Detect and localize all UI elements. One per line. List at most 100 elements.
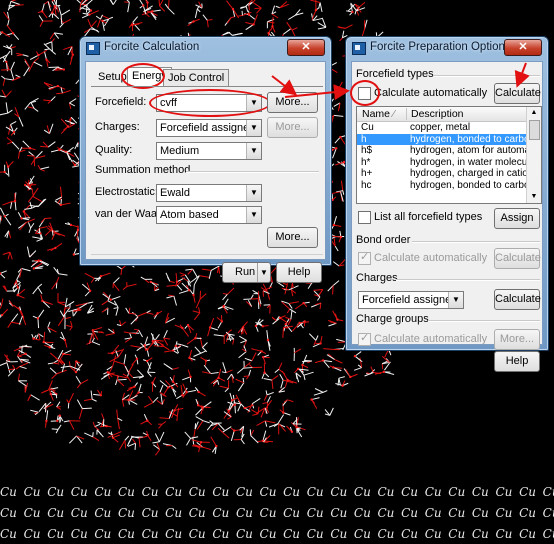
close-button[interactable]: ✕	[504, 39, 542, 56]
molecule-fragment	[354, 2, 366, 16]
quality-select[interactable]: Medium ▼	[156, 142, 262, 160]
cg-more-button[interactable]: More...	[494, 329, 540, 350]
molecule-fragment	[202, 14, 213, 28]
cu-atom-label: Cu	[542, 506, 554, 520]
summation-more-button[interactable]: More...	[267, 227, 318, 248]
list-item[interactable]: hc hydrogen, bonded to carbon, ...	[357, 180, 541, 191]
charges-more-button[interactable]: More...	[267, 117, 318, 138]
close-button[interactable]: ✕	[287, 39, 325, 56]
cu-atom-label: Cu	[70, 506, 88, 520]
electrostatic-select[interactable]: Ewald ▼	[156, 184, 262, 202]
molecule-fragment	[17, 307, 27, 326]
molecule-fragment	[236, 360, 251, 374]
molecule-fragment	[243, 294, 260, 300]
charges-select[interactable]: Forcefield assigned ▼	[358, 291, 464, 309]
scroll-down-icon[interactable]: ▼	[527, 191, 541, 203]
molecule-fragment	[153, 343, 170, 351]
charges-select[interactable]: Forcefield assigned ▼	[156, 119, 262, 137]
scroll-thumb[interactable]	[529, 120, 540, 140]
column-header-description[interactable]: Description	[411, 107, 464, 121]
molecule-fragment	[291, 321, 310, 332]
chevron-down-icon[interactable]: ▼	[246, 143, 261, 159]
list-item[interactable]: Cu copper, metal	[357, 122, 527, 133]
molecule-fragment	[224, 16, 236, 26]
cu-atom-label: Cu	[212, 527, 230, 541]
cu-atom-label: Cu	[235, 485, 253, 499]
molecule-fragment	[17, 373, 28, 387]
cu-atom-label: Cu	[471, 485, 489, 499]
cg-calc-auto-checkbox[interactable]	[358, 331, 371, 346]
scroll-up-icon[interactable]: ▲	[527, 107, 541, 119]
chevron-down-icon[interactable]: ▼	[246, 207, 261, 223]
assign-button[interactable]: Assign	[494, 208, 540, 229]
molecule-fragment	[288, 9, 304, 20]
cu-atom-label: Cu	[94, 506, 112, 520]
molecule-fragment	[153, 310, 163, 320]
cu-atom-label: Cu	[401, 506, 419, 520]
cu-atom-label: Cu	[259, 485, 277, 499]
chevron-down-icon[interactable]: ▼	[246, 120, 261, 136]
molecule-fragment	[263, 375, 279, 389]
molecule-fragment	[295, 372, 302, 383]
calculate-button[interactable]: Calculate	[494, 83, 541, 104]
cu-atom-label: Cu	[471, 527, 489, 541]
forcefield-more-button[interactable]: More...	[267, 92, 318, 113]
window-client: Forcefield types Calculate automatically…	[350, 61, 543, 372]
molecule-fragment	[30, 409, 39, 416]
list-item-name: h$	[361, 145, 373, 156]
run-button[interactable]: Run ▼	[222, 262, 271, 283]
molecule-fragment	[127, 438, 137, 450]
molecule-fragment	[244, 352, 257, 362]
molecule-fragment	[118, 435, 130, 450]
tab-job-control[interactable]: Job Control	[163, 69, 230, 86]
list-item[interactable]: h* hydrogen, in water molecule	[357, 157, 535, 168]
molecule-fragment	[278, 386, 286, 393]
list-item[interactable]: h$ hydrogen, atom for automatic ...	[357, 145, 541, 156]
cu-atom-label: Cu	[542, 527, 554, 541]
calculate-automatically-label: Calculate automatically	[374, 87, 488, 99]
list-item[interactable]: h+ hydrogen, charged in cations	[357, 168, 538, 179]
titlebar[interactable]: Forcite Calculation ✕	[80, 37, 331, 59]
molecule-fragment	[24, 382, 29, 393]
molecule-fragment	[286, 425, 294, 433]
divider	[428, 320, 540, 322]
annotation-circle-checkbox	[350, 80, 380, 106]
help-button[interactable]: Help	[494, 351, 540, 372]
molecule-fragment	[333, 102, 341, 112]
cu-atom-label: Cu	[70, 527, 88, 541]
bond-calculate-button[interactable]: Calculate	[494, 248, 541, 269]
column-header-name[interactable]: Name	[362, 107, 390, 121]
molecule-fragment	[282, 399, 294, 407]
molecule-fragment	[7, 313, 22, 328]
molecule-fragment	[202, 364, 219, 375]
divider	[412, 241, 540, 243]
list-scrollbar[interactable]: ▲ ▼	[526, 107, 541, 203]
chevron-down-icon[interactable]: ▼	[246, 185, 261, 201]
molecule-fragment	[124, 332, 132, 343]
molecule-fragment	[50, 415, 61, 423]
cu-atom-label: Cu	[353, 485, 371, 499]
cu-atom-label: Cu	[495, 506, 513, 520]
molecule-fragment	[3, 11, 10, 26]
molecule-fragment	[93, 389, 103, 397]
titlebar[interactable]: Forcite Preparation Options ✕	[346, 37, 548, 59]
molecule-fragment	[13, 192, 17, 211]
molecule-fragment	[0, 298, 4, 310]
forcefield-types-list[interactable]: Name ⁄ Description Cu copper, metal h hydro…	[356, 106, 542, 204]
molecule-fragment	[0, 102, 13, 116]
list-item-description: hydrogen, atom for automatic ...	[410, 145, 542, 156]
molecule-fragment	[313, 290, 321, 301]
chevron-down-icon[interactable]: ▼	[257, 263, 270, 282]
molecule-fragment	[245, 300, 253, 307]
vdw-select[interactable]: Atom based ▼	[156, 206, 262, 224]
chevron-down-icon[interactable]: ▼	[448, 292, 463, 308]
charges-calculate-button[interactable]: Calculate	[494, 289, 541, 310]
molecule-fragment	[54, 199, 71, 207]
molecule-fragment	[51, 424, 62, 434]
help-button[interactable]: Help	[276, 262, 322, 283]
bond-calc-auto-checkbox[interactable]	[358, 250, 371, 265]
list-all-checkbox[interactable]	[358, 211, 371, 224]
molecule-fragment	[2, 56, 10, 72]
list-item[interactable]: h hydrogen, bonded to carbon, ...	[357, 133, 541, 145]
molecule-fragment	[195, 290, 207, 309]
